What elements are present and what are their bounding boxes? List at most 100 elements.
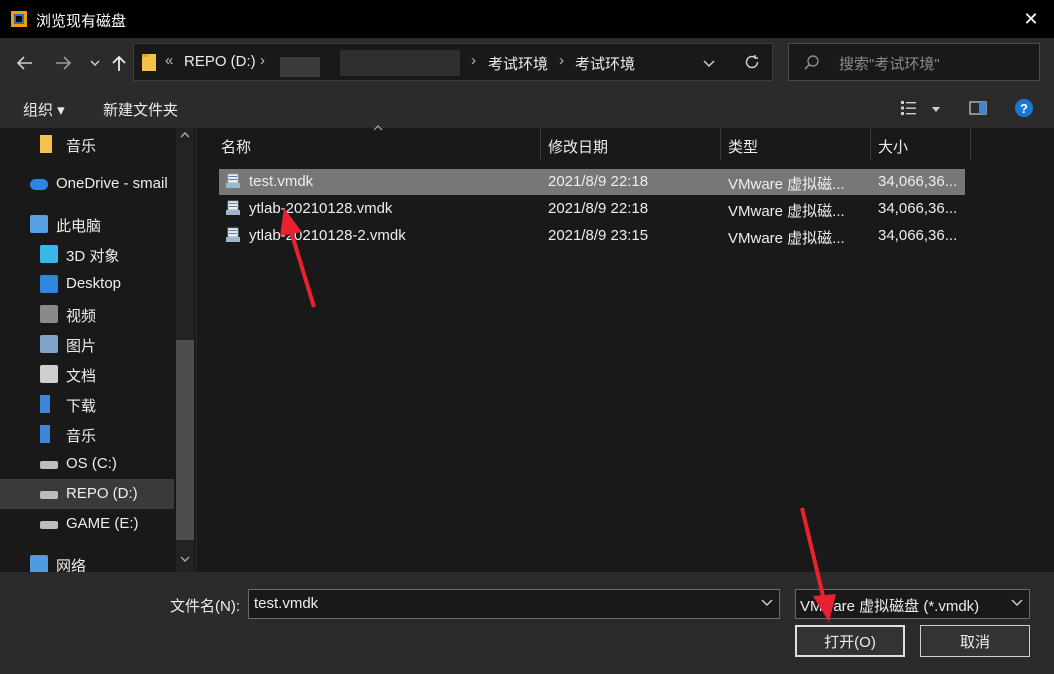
- cloud-icon: [30, 179, 48, 190]
- address-overflow-chevrons[interactable]: «: [165, 52, 173, 69]
- open-button[interactable]: 打开(O): [795, 625, 905, 657]
- help-icon: ?: [1015, 99, 1033, 117]
- column-header-size[interactable]: 大小: [878, 136, 908, 157]
- disk-file-icon: [226, 173, 240, 188]
- drive-icon: [40, 461, 58, 469]
- filename-value: test.vmdk: [254, 595, 319, 612]
- sidebar-item-label: 音乐: [66, 138, 97, 155]
- sidebar-item[interactable]: OneDrive - smail: [0, 169, 174, 199]
- recent-locations-button[interactable]: [82, 50, 108, 76]
- breadcrumb-segment[interactable]: 考试环境: [488, 53, 548, 74]
- address-bar[interactable]: « REPO (D:) › › 考试环境 › 考试环境: [133, 43, 773, 81]
- file-row[interactable]: ytlab-20210128.vmdk 2021/8/9 22:18 VMware …: [219, 196, 965, 222]
- column-divider[interactable]: [970, 128, 971, 160]
- dialog-footer: 文件名(N): test.vmdk VMware 虚拟磁盘 (*.vmdk) 打…: [0, 572, 1054, 674]
- column-divider[interactable]: [720, 128, 721, 160]
- back-button[interactable]: [12, 50, 38, 76]
- sidebar-item[interactable]: 视频: [0, 299, 174, 329]
- new-folder-button[interactable]: 新建文件夹: [103, 99, 178, 120]
- sidebar-item-label: 此电脑: [56, 218, 102, 235]
- sidebar-item[interactable]: GAME (E:): [0, 509, 174, 539]
- file-name: ytlab-20210128-2.vmdk: [249, 227, 406, 244]
- scroll-down-button[interactable]: [176, 552, 194, 572]
- svg-text:?: ?: [1020, 101, 1028, 116]
- title-bar: 浏览现有磁盘 ✕: [0, 0, 1054, 38]
- sidebar-item[interactable]: Desktop: [0, 269, 174, 299]
- chevron-down-icon: [761, 599, 773, 606]
- redacted-segment: [340, 50, 460, 76]
- sidebar-item-label: OS (C:): [66, 455, 117, 472]
- column-headers: 名称 修改日期 类型 大小: [197, 125, 1054, 160]
- video-icon: [40, 305, 58, 323]
- column-header-type[interactable]: 类型: [728, 136, 758, 157]
- sidebar-item-label: 下载: [66, 398, 97, 415]
- sidebar-item-label: 音乐: [66, 428, 97, 445]
- sidebar-item[interactable]: 音乐: [0, 419, 174, 449]
- file-row[interactable]: test.vmdk 2021/8/9 22:18 VMware 虚拟磁... 34,0…: [219, 169, 965, 195]
- file-list: 名称 修改日期 类型 大小 test.vmdk 2021/8/9 22:18 VMw…: [197, 125, 1054, 572]
- sidebar-item[interactable]: 3D 对象: [0, 239, 174, 269]
- refresh-icon: [745, 55, 759, 69]
- sidebar-item-label: 3D 对象: [66, 248, 120, 265]
- sidebar-item[interactable]: 图片: [0, 329, 174, 359]
- details-view-icon: [901, 101, 916, 115]
- breadcrumb-separator: ›: [260, 52, 265, 69]
- chevron-down-icon: [1011, 596, 1023, 611]
- sidebar-item[interactable]: 下载: [0, 389, 174, 419]
- scroll-up-button[interactable]: [176, 128, 194, 148]
- command-toolbar: 组织 ▾ 新建文件夹 ?: [0, 88, 1054, 128]
- column-header-date[interactable]: 修改日期: [548, 136, 608, 157]
- sidebar-item[interactable]: 文档: [0, 359, 174, 389]
- file-name: test.vmdk: [249, 173, 314, 190]
- file-row[interactable]: ytlab-20210128-2.vmdk 2021/8/9 23:15 VMwar…: [219, 223, 965, 249]
- music-icon: [40, 425, 50, 443]
- vmware-app-icon: [11, 11, 27, 27]
- folder-icon: [40, 135, 52, 153]
- sidebar-item-label: OneDrive - smail: [56, 175, 168, 192]
- search-input[interactable]: 搜索"考试环境": [788, 43, 1040, 81]
- filename-history-dropdown[interactable]: [761, 596, 773, 611]
- filename-input[interactable]: test.vmdk: [248, 589, 780, 619]
- preview-pane-button[interactable]: [969, 99, 987, 117]
- window-title: 浏览现有磁盘: [36, 13, 127, 30]
- file-size: 34,066,36...: [878, 227, 958, 244]
- breadcrumb-segment[interactable]: 考试环境: [575, 53, 635, 74]
- sidebar-item[interactable]: REPO (D:): [0, 479, 174, 509]
- file-size: 34,066,36...: [878, 173, 958, 190]
- scroll-thumb[interactable]: [176, 340, 194, 540]
- arrow-left-icon: [16, 56, 32, 70]
- view-options-button[interactable]: [900, 99, 944, 117]
- breadcrumb-drive[interactable]: REPO (D:): [184, 53, 256, 70]
- chevron-up-icon: [180, 132, 190, 138]
- sort-ascending-icon: [373, 124, 383, 135]
- address-history-dropdown[interactable]: [702, 52, 716, 73]
- cancel-button[interactable]: 取消: [920, 625, 1030, 657]
- arrow-right-icon: [56, 56, 72, 70]
- file-modified-date: 2021/8/9 23:15: [548, 227, 649, 244]
- sidebar-item-label: Desktop: [66, 275, 122, 292]
- up-button[interactable]: [106, 50, 132, 76]
- navigation-pane-scrollbar[interactable]: [176, 128, 194, 572]
- column-divider[interactable]: [870, 128, 871, 160]
- sidebar-item-label: 文档: [66, 368, 97, 385]
- sidebar-item-label: 视频: [66, 308, 97, 325]
- computer-icon: [30, 215, 48, 233]
- disk-file-icon: [226, 200, 240, 215]
- forward-button[interactable]: [50, 50, 76, 76]
- sidebar-item[interactable]: 音乐: [0, 129, 174, 159]
- sidebar-item[interactable]: OS (C:): [0, 449, 174, 479]
- column-header-name[interactable]: 名称: [221, 136, 251, 157]
- file-name: ytlab-20210128.vmdk: [249, 200, 393, 217]
- document-icon: [40, 365, 58, 383]
- caret-down-icon: [932, 107, 940, 112]
- column-divider[interactable]: [540, 128, 541, 160]
- chevron-down-icon: [703, 60, 715, 68]
- sidebar-item-label: 图片: [66, 338, 97, 355]
- close-button[interactable]: ✕: [1008, 0, 1054, 38]
- organize-menu[interactable]: 组织 ▾: [23, 99, 65, 120]
- sidebar-item-label: GAME (E:): [66, 515, 139, 532]
- file-type-filter-select[interactable]: VMware 虚拟磁盘 (*.vmdk): [795, 589, 1030, 619]
- help-button[interactable]: ?: [1014, 98, 1034, 118]
- refresh-button[interactable]: [743, 50, 761, 77]
- sidebar-item[interactable]: 此电脑: [0, 209, 174, 239]
